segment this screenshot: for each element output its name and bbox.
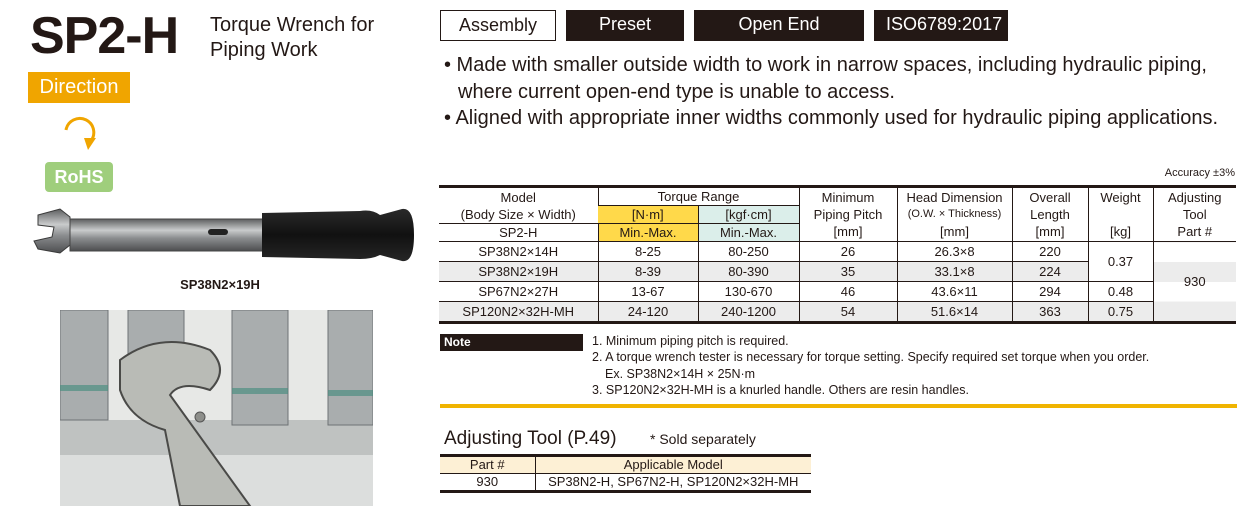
header-applicable-model: Applicable Model [534,455,811,474]
cell-kgf: 80-390 [697,261,799,282]
cell-pitch: 54 [798,301,897,323]
header-line: Tool [1182,207,1207,222]
product-caption: SP38N2×19H [180,277,260,292]
notes-list: 1. Minimum piping pitch is required. 2. … [592,333,1149,398]
spec-table: Model (Body Size × Width) Torque Range M… [439,185,1236,324]
feature-bullet: • Aligned with appropriate inner widths … [444,107,1219,129]
cell-nm: 24-120 [597,301,698,323]
adjusting-tool-table: Part # Applicable Model 930 SP38N2-H, SP… [440,454,811,493]
header-part-number: Part # [440,455,535,474]
header-line: Part # [1177,224,1213,239]
cell-weight: 0.48 [1087,281,1153,302]
header-line: Head Dimension [906,190,1003,205]
cell-nm: 13-67 [597,281,698,302]
header-kgf-minmax: Min.-Max. [697,223,799,242]
tag-open-end-spanner: Open End Spanner [694,10,864,63]
table-row: SP120N2×32H-MH 24-120 240-1200 54 51.6×1… [439,301,1236,323]
accuracy-note: Accuracy ±3% [1164,167,1235,179]
note-label: Note [440,334,583,351]
tag-assembly: Assembly [440,10,556,41]
cell-model: SP38N2×14H [439,241,598,262]
cell-head: 51.6×14 [896,301,1012,323]
cell-model: SP120N2×32H-MH [439,301,598,323]
cell-kgf: 240-1200 [697,301,799,323]
subtitle-line-1: Torque Wrench for [210,14,375,36]
header-line: (O.W. × Thickness) [907,208,1002,220]
subtitle-line-2: Piping Work [210,39,318,61]
section-divider [440,404,1237,408]
feature-bullets: • Made with smaller outside width to wor… [440,52,1230,132]
note-item: 3. SP120N2×32H-MH is a knurled handle. O… [592,382,969,397]
adjusting-tool-title: Adjusting Tool (P.49) [444,428,617,449]
cell-nm: 8-39 [597,261,698,282]
table-row: SP38N2×14H 8-25 80-250 26 26.3×8 220 0.3… [439,241,1236,323]
wrench-product-image [33,208,414,262]
header-torque-range: Torque Range [597,186,799,206]
header-unit: [mm] [940,224,969,239]
header-line: Adjusting [1168,190,1222,205]
cell-head: 33.1×8 [896,261,1012,282]
sold-separately-note: * Sold separately [650,431,756,447]
header-model-line: Model [500,189,536,205]
header-head-dimension: Head Dimension (O.W. × Thickness) [mm] [896,186,1012,242]
header-adjusting-tool: Adjusting Tool Part # [1152,186,1236,242]
header-line: Weight [1100,190,1141,205]
header-unit: [mm] [1035,224,1065,239]
feature-bullet: • Made with smaller outside width to wor… [444,54,1207,103]
note-item: 1. Minimum piping pitch is required. [592,334,789,348]
table-row: SP67N2×27H 13-67 130-670 46 43.6×11 294 … [439,281,1236,302]
header-model-line: (Body Size × Width) [460,206,576,222]
header-line: Minimum [821,190,875,205]
cell-length: 224 [1011,261,1088,282]
cell-kgf: 130-670 [697,281,799,302]
cell-head: 43.6×11 [896,281,1012,302]
header-weight: Weight [kg] [1087,186,1153,242]
cell-length: 294 [1011,281,1088,302]
header-line: Length [1030,207,1070,222]
header-overall-length: Overall Length [mm] [1011,186,1088,242]
header-unit: [mm] [833,224,863,239]
cell-kgf: 80-250 [697,241,799,262]
cell-length: 363 [1011,301,1088,323]
tag-iso-standard: ISO6789:2017 [874,10,1008,41]
cell-head: 26.3×8 [896,241,1012,262]
cell-tool-part: 930 [1152,241,1236,323]
rohs-badge: RoHS [45,162,113,192]
header-nm-unit: [N·m] [598,205,698,224]
cell-part-number: 930 [476,474,499,489]
header-line: Overall [1029,190,1071,205]
cell-pitch: 35 [798,261,897,282]
product-subtitle: Torque Wrench for Piping Work [210,13,374,63]
header-line: Piping Pitch [813,207,883,222]
cell-model: SP67N2×27H [439,281,598,302]
usage-photo [60,310,373,506]
note-example: Ex. SP38N2×14H × 25N·m [605,366,756,381]
header-nm-minmax: Min.-Max. [597,223,698,242]
table-row: 930 SP38N2-H, SP67N2-H, SP120N2×32H-MH [440,473,811,492]
cell-pitch: 46 [798,281,897,302]
clockwise-arrow-icon [64,116,96,150]
header-unit: [kg] [1110,224,1131,239]
header-model: Model (Body Size × Width) [439,187,598,224]
header-series: SP2-H [439,223,598,242]
tag-preset: Preset [566,10,684,41]
cell-model: SP38N2×19H [439,261,598,282]
feature-tags: Assembly Preset Open End Spanner ISO6789… [440,10,1008,63]
cell-weight: 0.37 [1087,241,1153,282]
product-title: SP2-H [30,7,179,65]
cell-pitch: 26 [798,241,897,262]
direction-badge: Direction [28,72,130,103]
note-item: 2. A torque wrench tester is necessary f… [592,350,1150,365]
header-min-pitch: Minimum Piping Pitch [mm] [798,186,897,242]
cell-length: 220 [1011,241,1088,262]
cell-applicable-model: SP38N2-H, SP67N2-H, SP120N2×32H-MH [534,473,811,492]
cell-weight: 0.75 [1087,301,1153,323]
cell-nm: 8-25 [597,241,698,262]
header-kgf-unit: [kgf·cm] [697,205,799,224]
